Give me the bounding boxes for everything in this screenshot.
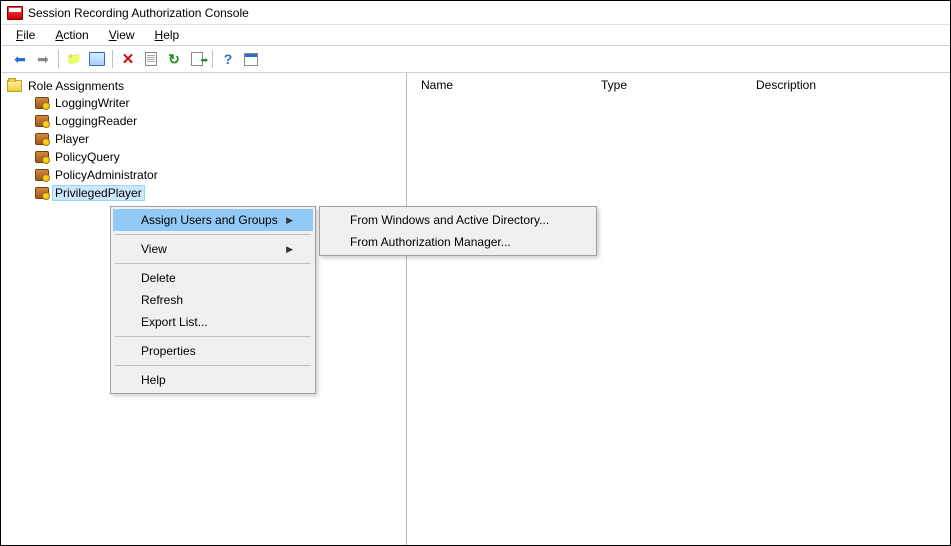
window-title: Session Recording Authorization Console — [28, 6, 249, 20]
ctx-item-label: Refresh — [141, 293, 183, 307]
menu-help[interactable]: Help — [150, 27, 185, 43]
ctx-refresh[interactable]: Refresh — [113, 289, 313, 311]
toolbar-separator — [212, 50, 213, 68]
menu-view[interactable]: View — [104, 27, 140, 43]
tree-item-privilegedplayer[interactable]: PrivilegedPlayer — [33, 184, 404, 202]
ctx-export[interactable]: Export List... — [113, 311, 313, 333]
tree-item-policyquery[interactable]: PolicyQuery — [33, 148, 404, 166]
role-icon — [35, 169, 49, 181]
tree-item-loggingwriter[interactable]: LoggingWriter — [33, 94, 404, 112]
ctx-item-label: View — [141, 242, 167, 256]
sub-item-label: From Windows and Active Directory... — [350, 213, 549, 227]
refresh-icon — [168, 51, 180, 68]
ctx-help[interactable]: Help — [113, 369, 313, 391]
role-icon — [35, 187, 49, 199]
app-icon — [7, 6, 23, 20]
delete-button[interactable] — [117, 48, 139, 70]
ctx-assign-users-groups[interactable]: Assign Users and Groups ▶ — [113, 209, 313, 231]
context-submenu: From Windows and Active Directory... Fro… — [319, 206, 597, 256]
sub-from-auth-manager[interactable]: From Authorization Manager... — [322, 231, 594, 253]
tree-item-label: PolicyAdministrator — [53, 168, 160, 182]
title-bar: Session Recording Authorization Console — [1, 1, 950, 25]
ctx-item-label: Export List... — [141, 315, 208, 329]
ctx-separator — [115, 263, 311, 264]
sub-from-windows-ad[interactable]: From Windows and Active Directory... — [322, 209, 594, 231]
tree-item-policyadministrator[interactable]: PolicyAdministrator — [33, 166, 404, 184]
menu-bar: File Action View Help — [1, 25, 950, 45]
role-icon — [35, 115, 49, 127]
ctx-separator — [115, 336, 311, 337]
up-button[interactable] — [63, 48, 85, 70]
context-menu: Assign Users and Groups ▶ View ▶ Delete … — [110, 206, 316, 394]
document-button[interactable] — [140, 48, 162, 70]
ctx-item-label: Assign Users and Groups — [141, 213, 278, 227]
back-button[interactable] — [9, 48, 31, 70]
tree-item-player[interactable]: Player — [33, 130, 404, 148]
tree-item-label: PrivilegedPlayer — [53, 186, 144, 200]
toolbar-separator — [58, 50, 59, 68]
ctx-separator — [115, 234, 311, 235]
toolbar-separator — [112, 50, 113, 68]
tree-root-node[interactable]: Role Assignments LoggingWriter LoggingRe… — [3, 77, 404, 202]
role-icon — [35, 133, 49, 145]
ctx-view[interactable]: View ▶ — [113, 238, 313, 260]
submenu-arrow-icon: ▶ — [286, 215, 293, 226]
folder-up-icon — [67, 52, 82, 66]
tree-item-label: LoggingReader — [53, 114, 139, 128]
column-header-description[interactable]: Description — [742, 77, 950, 93]
ctx-properties[interactable]: Properties — [113, 340, 313, 362]
ctx-separator — [115, 365, 311, 366]
toolbar — [1, 45, 950, 73]
submenu-arrow-icon: ▶ — [286, 244, 293, 255]
ctx-item-label: Properties — [141, 344, 196, 358]
back-arrow-icon — [12, 51, 28, 68]
calendar-button[interactable] — [240, 48, 262, 70]
tree-root-label: Role Assignments — [26, 79, 126, 93]
export-icon — [191, 52, 203, 66]
properties-icon — [89, 52, 105, 66]
forward-arrow-icon — [37, 51, 49, 68]
document-icon — [145, 52, 157, 66]
menu-file[interactable]: File — [11, 27, 40, 43]
forward-button[interactable] — [32, 48, 54, 70]
tree-item-label: Player — [53, 132, 91, 146]
list-header: Name Type Description — [407, 73, 950, 97]
help-button[interactable] — [217, 48, 239, 70]
help-icon — [224, 51, 233, 67]
sub-item-label: From Authorization Manager... — [350, 235, 511, 249]
role-icon — [35, 151, 49, 163]
tree-item-label: LoggingWriter — [53, 96, 131, 110]
export-button[interactable] — [186, 48, 208, 70]
refresh-button[interactable] — [163, 48, 185, 70]
menu-action[interactable]: Action — [50, 27, 93, 43]
tree-item-label: PolicyQuery — [53, 150, 122, 164]
tree-item-loggingreader[interactable]: LoggingReader — [33, 112, 404, 130]
folder-icon — [7, 80, 22, 92]
ctx-item-label: Help — [141, 373, 166, 387]
list-pane[interactable]: Name Type Description — [407, 73, 950, 545]
delete-x-icon — [122, 50, 135, 68]
column-header-type[interactable]: Type — [587, 77, 742, 93]
ctx-delete[interactable]: Delete — [113, 267, 313, 289]
ctx-item-label: Delete — [141, 271, 176, 285]
role-icon — [35, 97, 49, 109]
column-header-name[interactable]: Name — [407, 77, 587, 93]
calendar-icon — [244, 53, 258, 66]
properties-button[interactable] — [86, 48, 108, 70]
